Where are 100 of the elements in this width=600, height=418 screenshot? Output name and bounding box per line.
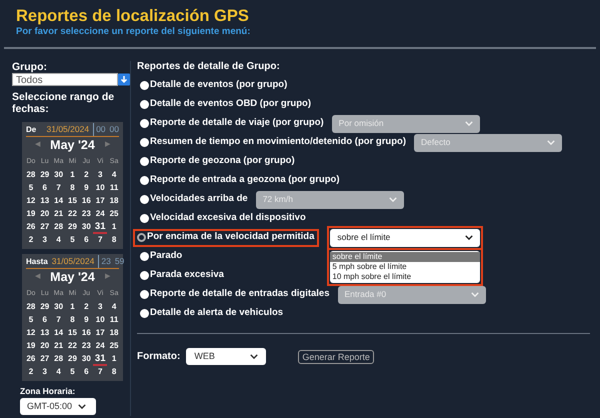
calendar-day[interactable]: 7 [52,314,66,327]
calendar-day[interactable]: 21 [52,208,66,221]
dropdown-option[interactable]: sobre el límite [330,252,480,262]
calendar-day[interactable]: 8 [66,314,80,327]
calendar-day[interactable]: 9 [79,314,94,327]
dropdown-option[interactable]: 5 mph sobre el límite [330,262,480,272]
calendar-day[interactable]: 9 [79,182,94,195]
calendar-day[interactable]: 15 [66,327,80,340]
calendar-day[interactable]: 23 [79,340,94,353]
calendar-day[interactable]: 2 [24,234,38,247]
calendar-day[interactable]: 8 [107,366,121,379]
calendar-day[interactable]: 3 [93,169,108,182]
calendar-day[interactable]: 1 [107,221,121,234]
calendar-day[interactable]: 20 [38,208,52,221]
calendar-day[interactable]: 18 [107,327,121,340]
calendar-day[interactable]: 28 [24,301,38,314]
calendar-day[interactable]: 10 [93,182,108,195]
calendar-day[interactable]: 31 [93,221,108,234]
calendar-day[interactable]: 8 [107,234,121,247]
hour-field[interactable]: 00 [93,123,106,136]
calendar-day[interactable]: 2 [79,169,94,182]
date-field[interactable]: 31/05/2024 [46,123,90,136]
dropdown-option[interactable]: 10 mph sobre el límite [330,272,480,282]
calendar-day[interactable]: 14 [52,327,66,340]
calendar-day[interactable]: 6 [38,182,52,195]
calendar-day[interactable]: 22 [66,208,80,221]
calendar-day[interactable]: 26 [24,353,38,366]
calendar-day[interactable]: 13 [38,195,52,208]
calendar-day[interactable]: 5 [24,182,38,195]
hour-field[interactable]: 23 [98,255,111,268]
calendar-day[interactable]: 7 [52,182,66,195]
minute-field[interactable]: 59 [114,255,124,268]
calendar-day[interactable]: 18 [107,195,121,208]
calendar-day[interactable]: 2 [79,301,94,314]
calendar-day[interactable]: 11 [107,182,121,195]
calendar-day[interactable]: 7 [93,234,108,247]
calendar-day[interactable]: 19 [24,340,38,353]
calendar-day[interactable]: 4 [107,169,121,182]
calendar-day[interactable]: 3 [38,234,52,247]
calendar-day[interactable]: 16 [79,327,94,340]
report-option[interactable]: Parado [137,249,182,264]
report-option[interactable]: Por encima de la velocidad permitida [133,228,320,246]
date-field[interactable]: 31/05/2024 [52,255,94,268]
report-option[interactable]: Detalle de eventos (por grupo) [137,78,288,93]
calendar-day[interactable]: 5 [66,234,80,247]
calendar-day[interactable]: 14 [52,195,66,208]
calendar-day[interactable]: 30 [79,221,94,234]
calendar-day[interactable]: 3 [93,301,108,314]
calendar-day[interactable]: 28 [52,353,66,366]
calendar-day[interactable]: 29 [66,353,80,366]
calendar-day[interactable]: 26 [24,221,38,234]
format-select[interactable]: WEB [186,348,266,365]
calendar-day[interactable]: 11 [107,314,121,327]
calendar-day[interactable]: 24 [93,340,108,353]
calendar-day[interactable]: 30 [52,301,66,314]
calendar-day[interactable]: 4 [52,366,66,379]
generate-report-button[interactable]: Generar Reporte [298,350,374,364]
calendar-day[interactable]: 7 [93,366,108,379]
calendar-day[interactable]: 28 [24,169,38,182]
calendar-day[interactable]: 29 [38,169,52,182]
report-option[interactable]: Velocidades arriba de [137,192,248,207]
calendar-day[interactable]: 6 [79,366,94,379]
calendar-day[interactable]: 3 [38,366,52,379]
calendar-day[interactable]: 27 [38,221,52,234]
report-option[interactable]: Reporte de detalle de viaje (por grupo) [137,116,324,131]
calendar-day[interactable]: 5 [24,314,38,327]
timezone-select[interactable]: GMT-05:00 [20,398,96,415]
group-select[interactable]: Todos [12,73,118,86]
calendar-day[interactable]: 5 [66,366,80,379]
calendar-day[interactable]: 20 [38,340,52,353]
report-option[interactable]: Reporte de detalle de entradas digitales [137,287,330,302]
arrow-down-icon[interactable] [118,73,130,86]
calendar-day[interactable]: 25 [107,340,121,353]
calendar-day[interactable]: 29 [66,221,80,234]
calendar-day[interactable]: 6 [38,314,52,327]
calendar-day[interactable]: 28 [52,221,66,234]
calendar-day[interactable]: 1 [66,169,80,182]
calendar-day[interactable]: 17 [93,195,108,208]
calendar-day[interactable]: 1 [66,301,80,314]
calendar-day[interactable]: 22 [66,340,80,353]
report-option[interactable]: Detalle de alerta de vehiculos [137,306,284,321]
calendar-day[interactable]: 13 [38,327,52,340]
report-option[interactable]: Detalle de eventos OBD (por grupo) [137,97,311,112]
calendar-day[interactable]: 25 [107,208,121,221]
report-option[interactable]: Reporte de entrada a geozona (por grupo) [137,173,340,188]
report-option[interactable]: Resumen de tiempo en movimiento/detenido (por grupo) [137,135,406,150]
calendar-day[interactable]: 10 [93,314,108,327]
report-option[interactable]: Reporte de geozona (por grupo) [137,154,295,169]
calendar-day[interactable]: 30 [52,169,66,182]
calendar-day[interactable]: 8 [66,182,80,195]
minute-field[interactable]: 00 [110,123,119,136]
calendar-day[interactable]: 23 [79,208,94,221]
dropdown-select[interactable]: sobre el límite [330,228,480,246]
calendar-day[interactable]: 4 [107,301,121,314]
calendar-day[interactable]: 1 [107,353,121,366]
report-option[interactable]: Parada excesiva [137,268,224,283]
calendar-day[interactable]: 21 [52,340,66,353]
calendar-day[interactable]: 12 [24,195,38,208]
report-option[interactable]: Velocidad excesiva del dispositivo [137,211,306,226]
calendar-day[interactable]: 30 [79,353,94,366]
